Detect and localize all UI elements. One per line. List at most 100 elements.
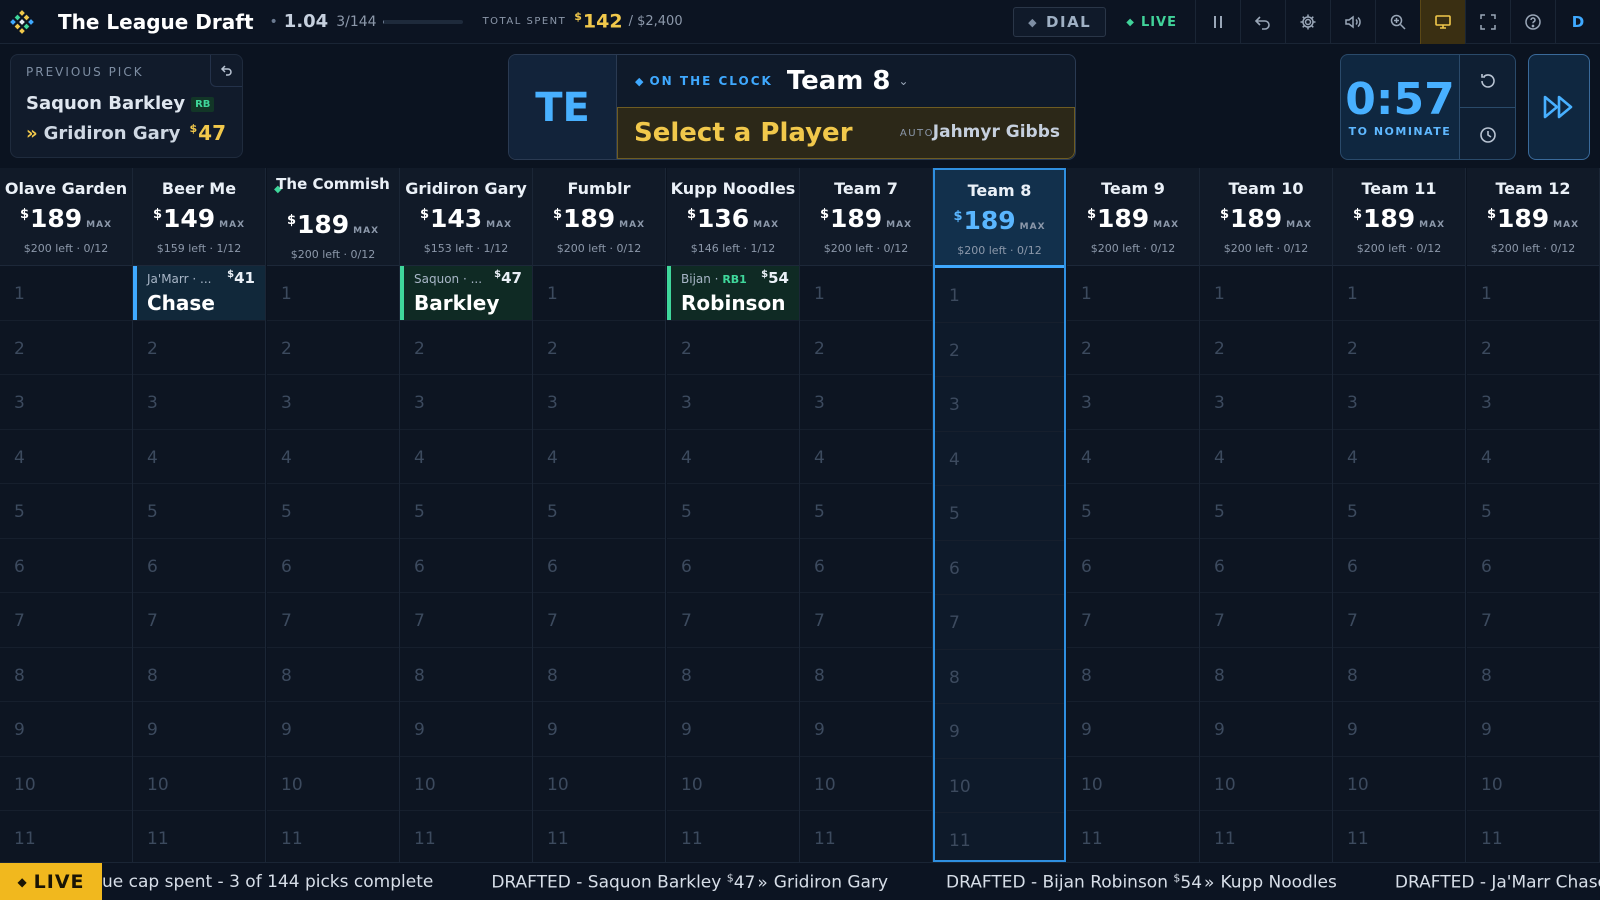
team-header[interactable]: Team 9 $189 MAX $200 left · 0/12 bbox=[1067, 168, 1199, 266]
roster-slot[interactable]: 2 bbox=[400, 321, 532, 375]
roster-slot[interactable]: 4 bbox=[935, 432, 1064, 486]
roster-slot[interactable]: 6 bbox=[1333, 539, 1465, 593]
roster-slot[interactable]: 10 bbox=[0, 757, 132, 811]
roster-slot[interactable]: 4 bbox=[1467, 430, 1599, 484]
roster-slot[interactable]: 4 bbox=[0, 430, 132, 484]
roster-slot[interactable]: 10 bbox=[935, 759, 1064, 813]
roster-slot[interactable]: 8 bbox=[267, 648, 399, 702]
roster-slot[interactable]: 2 bbox=[800, 321, 932, 375]
roster-slot[interactable]: 4 bbox=[1200, 430, 1332, 484]
roster-slot[interactable]: 7 bbox=[0, 593, 132, 648]
undo-button[interactable] bbox=[1240, 0, 1285, 44]
roster-slot[interactable]: 8 bbox=[1200, 648, 1332, 702]
roster-slot[interactable]: 7 bbox=[1200, 593, 1332, 648]
roster-slot[interactable]: 6 bbox=[133, 539, 265, 593]
roster-slot[interactable]: 9 bbox=[400, 702, 532, 757]
roster-slot[interactable]: 3 bbox=[1067, 375, 1199, 430]
on-the-clock-team[interactable]: Team 8 bbox=[787, 66, 891, 96]
roster-slot[interactable]: 7 bbox=[533, 593, 665, 648]
roster-slot[interactable]: 10 bbox=[667, 757, 799, 811]
roster-slot[interactable]: 3 bbox=[1333, 375, 1465, 430]
roster-slot[interactable]: 4 bbox=[533, 430, 665, 484]
roster-slot[interactable]: 5 bbox=[533, 484, 665, 539]
roster-slot[interactable]: 11 bbox=[400, 811, 532, 862]
user-avatar[interactable]: D bbox=[1555, 0, 1600, 44]
roster-slot[interactable]: 7 bbox=[267, 593, 399, 648]
roster-slot[interactable]: 3 bbox=[667, 375, 799, 430]
roster-slot[interactable]: 10 bbox=[1200, 757, 1332, 811]
roster-slot[interactable]: 3 bbox=[400, 375, 532, 430]
team-header[interactable]: Team 8 $189 MAX $200 left · 0/12 bbox=[935, 170, 1064, 268]
roster-slot[interactable]: 11 bbox=[667, 811, 799, 862]
roster-slot[interactable]: Bijan · RB1 $54 Robinson bbox=[667, 266, 799, 321]
team-header[interactable]: Beer Me $149 MAX $159 left · 1/12 bbox=[133, 168, 265, 266]
roster-slot[interactable]: 8 bbox=[935, 650, 1064, 704]
roster-slot[interactable]: 9 bbox=[800, 702, 932, 757]
roster-slot[interactable]: 2 bbox=[935, 323, 1064, 377]
roster-slot[interactable]: 3 bbox=[267, 375, 399, 430]
drafted-player-card[interactable]: Bijan · RB1 $54 Robinson bbox=[667, 266, 799, 320]
roster-slot[interactable]: 8 bbox=[1067, 648, 1199, 702]
live-indicator[interactable]: ◆ LIVE bbox=[1114, 7, 1189, 37]
roster-slot[interactable]: 11 bbox=[1200, 811, 1332, 862]
roster-slot[interactable]: 5 bbox=[1467, 484, 1599, 539]
team-header[interactable]: Kupp Noodles $136 MAX $146 left · 1/12 bbox=[667, 168, 799, 266]
roster-slot[interactable]: 2 bbox=[1467, 321, 1599, 375]
roster-slot[interactable]: 5 bbox=[133, 484, 265, 539]
roster-slot[interactable]: 10 bbox=[267, 757, 399, 811]
roster-slot[interactable]: 3 bbox=[1200, 375, 1332, 430]
roster-slot[interactable]: 11 bbox=[1467, 811, 1599, 862]
roster-slot[interactable]: 11 bbox=[800, 811, 932, 862]
dial-button[interactable]: ◆ DIAL bbox=[1013, 7, 1107, 37]
team-header[interactable]: Gridiron Gary $143 MAX $153 left · 1/12 bbox=[400, 168, 532, 266]
roster-slot[interactable]: 10 bbox=[1067, 757, 1199, 811]
roster-slot[interactable]: 9 bbox=[133, 702, 265, 757]
team-header[interactable]: Team 7 $189 MAX $200 left · 0/12 bbox=[800, 168, 932, 266]
roster-slot[interactable]: 6 bbox=[1067, 539, 1199, 593]
roster-slot[interactable]: 8 bbox=[533, 648, 665, 702]
roster-slot[interactable]: Saquon · ... $47 Barkley bbox=[400, 266, 532, 321]
help-button[interactable] bbox=[1510, 0, 1555, 44]
roster-slot[interactable]: 7 bbox=[667, 593, 799, 648]
roster-slot[interactable]: 2 bbox=[1067, 321, 1199, 375]
roster-slot[interactable]: 1 bbox=[0, 266, 132, 321]
select-player-button[interactable]: Select a Player AUTO Jahmyr Gibbs bbox=[617, 107, 1075, 159]
roster-slot[interactable]: 1 bbox=[1200, 266, 1332, 321]
roster-slot[interactable]: 1 bbox=[935, 268, 1064, 323]
roster-slot[interactable]: 7 bbox=[133, 593, 265, 648]
roster-slot[interactable]: 5 bbox=[0, 484, 132, 539]
undo-pick-button[interactable] bbox=[210, 55, 242, 87]
roster-slot[interactable]: 4 bbox=[267, 430, 399, 484]
roster-slot[interactable]: 11 bbox=[935, 813, 1064, 862]
roster-slot[interactable]: 10 bbox=[133, 757, 265, 811]
app-logo-icon[interactable] bbox=[0, 0, 44, 44]
roster-slot[interactable]: 11 bbox=[267, 811, 399, 862]
roster-slot[interactable]: 11 bbox=[133, 811, 265, 862]
skip-forward-button[interactable] bbox=[1528, 54, 1590, 160]
roster-slot[interactable]: Ja'Marr · ... $41 Chase bbox=[133, 266, 265, 321]
roster-slot[interactable]: 3 bbox=[533, 375, 665, 430]
roster-slot[interactable]: 2 bbox=[0, 321, 132, 375]
roster-slot[interactable]: 3 bbox=[0, 375, 132, 430]
roster-slot[interactable]: 8 bbox=[800, 648, 932, 702]
roster-slot[interactable]: 9 bbox=[533, 702, 665, 757]
team-header[interactable]: Team 11 $189 MAX $200 left · 0/12 bbox=[1333, 168, 1465, 266]
monitor-view-button[interactable] bbox=[1420, 0, 1465, 44]
roster-slot[interactable]: 1 bbox=[800, 266, 932, 321]
roster-slot[interactable]: 9 bbox=[1200, 702, 1332, 757]
roster-slot[interactable]: 7 bbox=[400, 593, 532, 648]
roster-slot[interactable]: 8 bbox=[133, 648, 265, 702]
team-header[interactable]: Team 10 $189 MAX $200 left · 0/12 bbox=[1200, 168, 1332, 266]
roster-slot[interactable]: 5 bbox=[1067, 484, 1199, 539]
roster-slot[interactable]: 10 bbox=[400, 757, 532, 811]
roster-slot[interactable]: 5 bbox=[1200, 484, 1332, 539]
roster-slot[interactable]: 4 bbox=[400, 430, 532, 484]
roster-slot[interactable]: 2 bbox=[533, 321, 665, 375]
roster-slot[interactable]: 4 bbox=[1067, 430, 1199, 484]
roster-slot[interactable]: 9 bbox=[1067, 702, 1199, 757]
roster-slot[interactable]: 2 bbox=[667, 321, 799, 375]
roster-slot[interactable]: 9 bbox=[667, 702, 799, 757]
roster-slot[interactable]: 8 bbox=[1467, 648, 1599, 702]
roster-slot[interactable]: 7 bbox=[1067, 593, 1199, 648]
roster-slot[interactable]: 6 bbox=[1200, 539, 1332, 593]
